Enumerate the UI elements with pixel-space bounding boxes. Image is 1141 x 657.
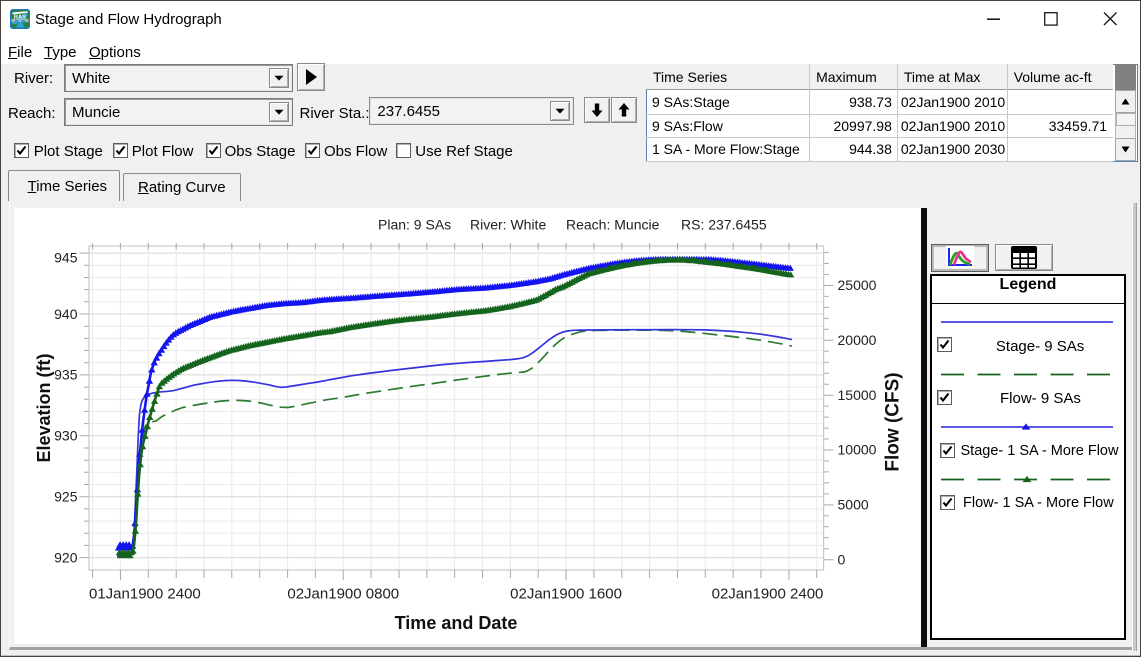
svg-text:20000: 20000	[838, 332, 877, 348]
svg-text:930: 930	[54, 428, 78, 444]
svg-text:01Jan1900 2400: 01Jan1900 2400	[89, 585, 201, 602]
svg-text:Time and Date: Time and Date	[395, 613, 518, 633]
svg-text:River: White: River: White	[470, 217, 546, 233]
svg-text:925: 925	[54, 488, 78, 504]
svg-text:935: 935	[54, 367, 78, 383]
svg-text:Elevation (ft): Elevation (ft)	[34, 353, 54, 462]
svg-text:02Jan1900 0800: 02Jan1900 0800	[287, 585, 399, 602]
svg-text:02Jan1900 1600: 02Jan1900 1600	[510, 585, 622, 602]
svg-text:02Jan1900 2400: 02Jan1900 2400	[712, 585, 824, 602]
svg-text:15000: 15000	[838, 387, 877, 403]
svg-text:5000: 5000	[838, 497, 869, 513]
svg-text:Plan: 9 SAs: Plan: 9 SAs	[378, 217, 451, 233]
svg-text:Reach: Muncie: Reach: Muncie	[566, 217, 660, 233]
svg-text:RS: 237.6455: RS: 237.6455	[681, 217, 767, 233]
svg-text:940: 940	[54, 306, 78, 322]
svg-text:920: 920	[54, 549, 78, 565]
svg-text:Flow (CFS): Flow (CFS)	[883, 372, 904, 471]
svg-text:25000: 25000	[838, 277, 877, 293]
svg-text:0: 0	[838, 551, 846, 567]
svg-text:10000: 10000	[838, 442, 877, 458]
svg-text:945: 945	[54, 250, 78, 266]
